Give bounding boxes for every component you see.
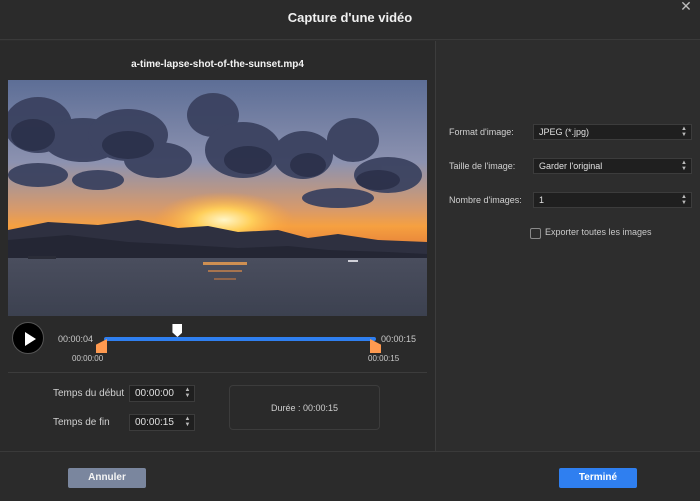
play-icon — [25, 332, 36, 346]
end-time-value: 00:00:15 — [135, 417, 174, 428]
format-value: JPEG (*.jpg) — [539, 127, 590, 137]
count-stepper[interactable]: 1 ▲ ▼ — [533, 192, 692, 208]
titlebar: Capture d'une vidéo ✕ — [0, 0, 700, 40]
size-value: Garder l'original — [539, 161, 603, 171]
format-select[interactable]: JPEG (*.jpg) ▲ ▼ — [533, 124, 692, 140]
duration-box: Durée : 00:00:15 — [229, 385, 380, 430]
footer: Annuler Terminé — [0, 451, 700, 501]
count-label: Nombre d'images: — [449, 195, 522, 205]
select-arrows-icon: ▲ ▼ — [681, 160, 687, 172]
stepper-arrows-icon[interactable]: ▲ ▼ — [184, 416, 191, 428]
size-select[interactable]: Garder l'original ▲ ▼ — [533, 158, 692, 174]
end-time-label: Temps de fin — [53, 417, 110, 428]
playhead[interactable] — [172, 324, 183, 337]
current-time: 00:00:04 — [58, 334, 94, 344]
divider — [8, 372, 427, 373]
settings-pane: Format d'image: JPEG (*.jpg) ▲ ▼ Taille d… — [435, 41, 700, 451]
start-time-stepper[interactable]: 00:00:00 ▲ ▼ — [129, 385, 195, 402]
capture-dialog: Capture d'une vidéo ✕ a-time-lapse-shot-… — [0, 0, 700, 501]
duration-text: Durée : 00:00:15 — [270, 403, 339, 413]
end-time-stepper[interactable]: 00:00:15 ▲ ▼ — [129, 414, 195, 431]
range-end-time: 00:00:15 — [368, 354, 400, 363]
range-start-handle[interactable] — [96, 339, 107, 353]
start-time-value: 00:00:00 — [135, 388, 174, 399]
timeline-range[interactable] — [104, 337, 376, 341]
range-start-time: 00:00:00 — [72, 354, 104, 363]
export-all-label: Exporter toutes les images — [545, 227, 652, 237]
count-value: 1 — [539, 195, 545, 205]
video-filename: a-time-lapse-shot-of-the-sunset.mp4 — [131, 59, 304, 70]
select-arrows-icon: ▲ ▼ — [681, 126, 687, 138]
video-preview — [8, 80, 427, 316]
format-label: Format d'image: — [449, 127, 514, 137]
done-button[interactable]: Terminé — [559, 468, 637, 488]
total-time: 00:00:15 — [381, 334, 417, 344]
preview-pane: a-time-lapse-shot-of-the-sunset.mp4 00:0… — [0, 41, 435, 451]
stepper-arrows-icon[interactable]: ▲ ▼ — [184, 387, 191, 399]
dialog-title: Capture d'une vidéo — [287, 10, 413, 25]
close-icon[interactable]: ✕ — [678, 0, 694, 14]
play-button[interactable] — [12, 322, 44, 354]
stepper-arrows-icon[interactable]: ▲ ▼ — [681, 194, 687, 206]
export-all-checkbox[interactable] — [530, 228, 541, 239]
start-time-label: Temps du début — [53, 388, 125, 399]
sunset-frame — [8, 80, 427, 316]
cancel-button[interactable]: Annuler — [68, 468, 146, 488]
size-label: Taille de l'image: — [449, 161, 516, 171]
range-end-handle[interactable] — [370, 339, 381, 353]
